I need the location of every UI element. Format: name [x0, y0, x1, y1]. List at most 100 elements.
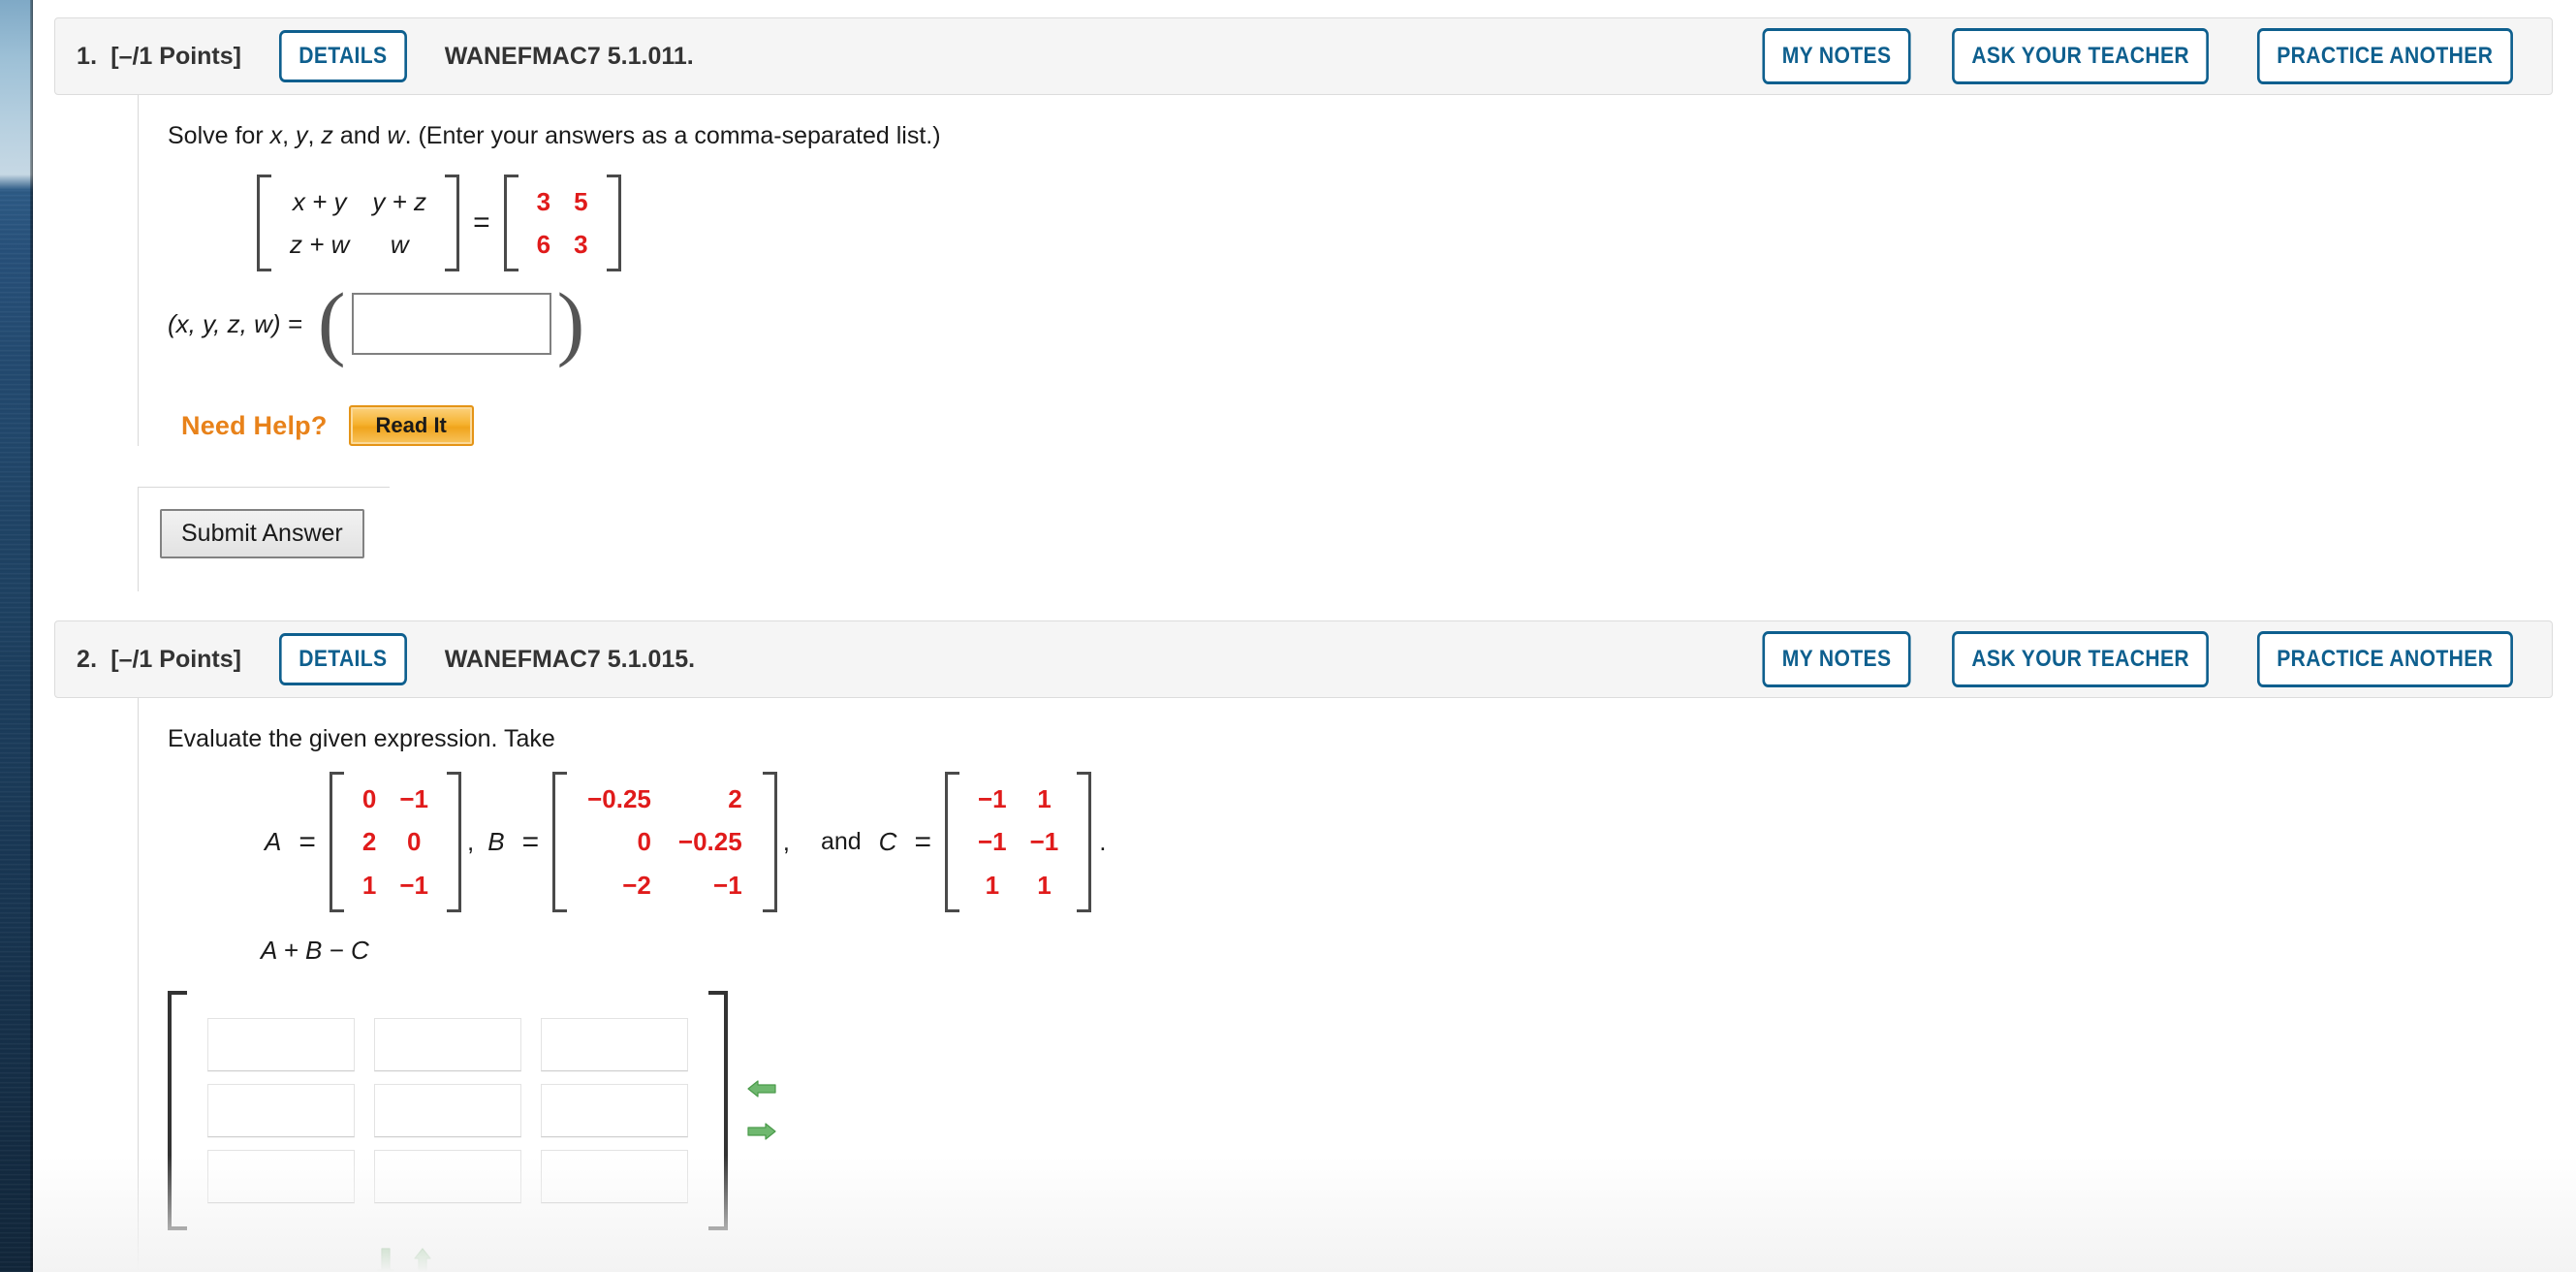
grid-cell [206, 1149, 356, 1204]
symbolic-matrix-table: x + y y + z z + w w [278, 180, 438, 267]
answer-cell-r1c1[interactable] [207, 1017, 355, 1071]
matrix-row: −0.25 2 [574, 778, 756, 820]
answer-cell-r3c1[interactable] [207, 1149, 355, 1203]
grid-cell [540, 1083, 689, 1138]
matrix-a-name: A [265, 827, 282, 857]
symbolic-matrix: x + y y + z z + w w [253, 174, 463, 272]
grid-cell [206, 1017, 356, 1072]
question-1-code: WANEFMAC7 5.1.011. [444, 42, 694, 70]
matrix-row: x + y y + z [278, 180, 438, 223]
ask-your-teacher-button-2-label: ASK YOUR TEACHER [1971, 646, 2190, 673]
matrix-cell: 0 [361, 784, 377, 814]
matrix-row: z + w w [278, 223, 438, 266]
prompt-1-part2: . (Enter your answers as a comma-separat… [404, 122, 941, 149]
ask-your-teacher-button-1[interactable]: ASK YOUR TEACHER [1952, 28, 2210, 84]
answer-cell-r3c3[interactable] [541, 1149, 688, 1203]
question-2-given-matrices: A = 0 −1 2 0 1 −1 , B = −0.25 2 0 −0.25 … [265, 772, 2553, 912]
details-button-2[interactable]: DETAILS [278, 633, 407, 686]
prompt-1-part1: Solve for [168, 122, 270, 149]
prompt-1-sep3: and [332, 122, 388, 149]
matrix-cell: 0 [637, 827, 651, 857]
matrix-cell: −1 [977, 784, 1007, 814]
matrix-c: −1 1 −1 −1 1 1 [941, 772, 1095, 912]
table-row [206, 1149, 689, 1204]
prompt-1-var-y: y [296, 122, 308, 149]
answer-cell-r2c1[interactable] [207, 1083, 355, 1137]
question-card-1: 1. [–/1 Points] DETAILS WANEFMAC7 5.1.01… [54, 17, 2553, 592]
grid-cell [373, 1149, 522, 1204]
practice-another-button-1[interactable]: PRACTICE ANOTHER [2257, 28, 2514, 84]
question-1-prompt: Solve for x, y, z and w. (Enter your ans… [168, 120, 2553, 153]
prompt-1-var-w: w [387, 122, 405, 149]
grid-cell [373, 1083, 522, 1138]
answer-cell-r3c2[interactable] [374, 1149, 521, 1203]
answer-cell-r2c2[interactable] [374, 1083, 521, 1137]
question-1-equation: x + y y + z z + w w = 3 5 6 3 [253, 174, 2553, 272]
grid-cell [206, 1083, 356, 1138]
grid-cell [540, 1149, 689, 1204]
matrix-row: −1 1 [966, 778, 1070, 820]
matrix-b-trailer: , [782, 827, 790, 857]
table-row [206, 1017, 689, 1072]
numeric-matrix-table: 3 5 6 3 [525, 180, 600, 267]
matrix-row: −2 −1 [574, 864, 756, 906]
my-notes-button-1[interactable]: MY NOTES [1762, 28, 1911, 84]
matrix-c-name: C [878, 827, 897, 857]
matrix-cell: −0.25 [677, 827, 742, 857]
answer-grid-table [189, 1006, 707, 1215]
my-notes-button-2[interactable]: MY NOTES [1762, 631, 1911, 688]
row-resize-controls [375, 1246, 2553, 1272]
matrix-b-name: B [487, 827, 505, 857]
prompt-1-var-x: x [269, 122, 283, 149]
matrix-row: 0 −1 [351, 778, 440, 820]
matrix-cell: w [390, 230, 409, 260]
my-notes-button-2-label: MY NOTES [1781, 646, 1892, 673]
ask-your-teacher-button-2[interactable]: ASK YOUR TEACHER [1952, 631, 2210, 688]
left-arrow-icon[interactable] [745, 1078, 778, 1099]
matrix-row: 2 0 [351, 820, 440, 863]
submit-answer-button-1[interactable]: Submit Answer [160, 509, 364, 559]
practice-another-button-2-label: PRACTICE ANOTHER [2277, 646, 2494, 673]
question-2-points: [–/1 Points] [110, 645, 241, 673]
grid-cell [540, 1017, 689, 1072]
prompt-1-sep2: , [307, 122, 322, 149]
question-2-answer-area [168, 990, 2553, 1230]
answer-grid-matrix [168, 990, 728, 1230]
question-1-body: Solve for x, y, z and w. (Enter your ans… [54, 95, 2553, 592]
need-help-label: Need Help? [181, 410, 328, 440]
details-button-1[interactable]: DETAILS [278, 30, 407, 82]
practice-another-button-2[interactable]: PRACTICE ANOTHER [2257, 631, 2514, 688]
question-2-header: 2. [–/1 Points] DETAILS WANEFMAC7 5.1.01… [54, 620, 2553, 699]
down-arrow-icon[interactable] [375, 1246, 396, 1272]
up-arrow-icon[interactable] [412, 1246, 433, 1272]
read-it-button-1[interactable]: Read It [348, 405, 474, 447]
answer-input-1[interactable] [351, 293, 551, 356]
read-it-button-1-label: Read It [375, 413, 447, 438]
equals-sign: = [473, 207, 490, 239]
answer-cell-r1c2[interactable] [374, 1017, 521, 1071]
matrix-row: −1 −1 [966, 820, 1070, 863]
matrix-cell: y + z [372, 186, 427, 216]
matrix-cell: −1 [713, 870, 742, 900]
question-1-body-inner: Solve for x, y, z and w. (Enter your ans… [138, 95, 2553, 447]
matrix-cell: 0 [406, 827, 422, 857]
matrix-c-table: −1 1 −1 −1 1 1 [966, 778, 1070, 906]
conjunction-and: and [820, 828, 862, 856]
answer-cell-r1c3[interactable] [541, 1017, 688, 1071]
ask-your-teacher-button-1-label: ASK YOUR TEACHER [1971, 43, 2190, 69]
matrix-c-equals: = [914, 825, 931, 858]
details-button-2-label: DETAILS [298, 646, 388, 673]
matrix-cell: 1 [361, 870, 377, 900]
question-1-header-actions: MY NOTES ASK YOUR TEACHER PRACTICE ANOTH… [1752, 28, 2530, 84]
column-resize-controls [745, 1078, 778, 1142]
question-2-code: WANEFMAC7 5.1.015. [444, 645, 696, 673]
matrix-cell: 3 [574, 230, 588, 260]
question-2-number: 2. [77, 645, 98, 673]
right-arrow-icon[interactable] [745, 1121, 778, 1142]
question-2-expression: A + B − C [261, 935, 369, 965]
screen: 1. [–/1 Points] DETAILS WANEFMAC7 5.1.01… [0, 0, 2576, 1272]
question-1-points: [–/1 Points] [110, 42, 241, 70]
answer-cell-r2c3[interactable] [541, 1083, 688, 1137]
numeric-matrix: 3 5 6 3 [500, 174, 625, 272]
matrix-b-equals: = [521, 825, 540, 858]
